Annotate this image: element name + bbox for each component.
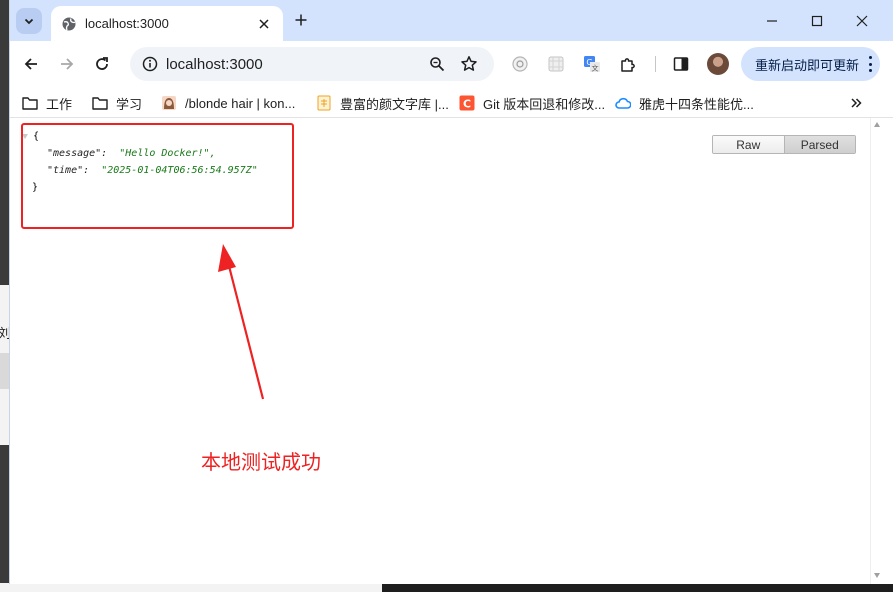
background-window-edge: 刘 (0, 285, 11, 445)
tab-title: localhost:3000 (85, 16, 169, 31)
active-tab[interactable]: localhost:3000 (51, 6, 283, 41)
bookmark-label: Git 版本回退和修改... (483, 96, 606, 112)
bookmark-label: 雅虎十四条性能优... (639, 96, 754, 112)
background-bar (0, 353, 9, 389)
google-translate-icon[interactable]: G文 (582, 54, 602, 74)
bookmarks-bar: 工作 学习 /blonde hair | kon... 豊富的颜文字库 |...… (10, 87, 893, 118)
update-button-label: 重新启动即可更新 (755, 57, 860, 73)
page-content: { "message": "Hello Docker!", "time": "2… (10, 118, 893, 584)
tab-strip: localhost:3000 (10, 0, 893, 41)
arrow-left-icon (24, 58, 37, 70)
update-relaunch-button[interactable]: 重新启动即可更新 (741, 47, 880, 81)
svg-text:文: 文 (592, 64, 599, 73)
view-mode-toggle: Raw Parsed (712, 135, 856, 154)
bookmark-folder-study[interactable]: 学习 (92, 93, 142, 113)
annotation-caption: 本地测试成功 (201, 452, 321, 474)
vertical-scrollbar[interactable] (870, 118, 883, 584)
bookmark-label: /blonde hair | kon... (185, 95, 296, 111)
bookmark-kaomoji[interactable]: 豊富的颜文字库 |... (316, 93, 449, 113)
scroll-up-arrow-icon[interactable] (874, 122, 880, 127)
side-panel-icon[interactable] (671, 54, 691, 74)
arrow-right-icon (61, 58, 74, 70)
minimize-button[interactable] (759, 8, 785, 34)
taskbar-edge (0, 583, 893, 592)
folder-icon (22, 95, 38, 111)
scroll-down-arrow-icon[interactable] (874, 573, 880, 578)
globe-icon (61, 16, 77, 32)
extension-timer-icon[interactable] (510, 54, 530, 74)
extension-grid-icon[interactable] (546, 54, 566, 74)
address-bar[interactable]: localhost:3000 (130, 47, 494, 81)
svg-text:C: C (463, 98, 471, 111)
forward-button[interactable] (54, 51, 80, 77)
browser-toolbar: localhost:3000 G文 重新启动即可更新 (10, 41, 893, 87)
bookmark-git-csdn[interactable]: C Git 版本回退和修改... (459, 93, 605, 113)
annotation-arrow (218, 244, 265, 400)
bookmark-star-icon[interactable] (458, 53, 480, 75)
doc-favicon-icon (316, 95, 332, 111)
double-chevron-right-icon (851, 98, 862, 108)
profile-avatar[interactable] (707, 53, 729, 75)
bookmark-folder-work[interactable]: 工作 (22, 93, 72, 113)
more-menu-icon[interactable] (868, 56, 872, 72)
browser-window: localhost:3000 localhost:3000 G 文 重新启动即可… (9, 0, 893, 584)
cloud-favicon-icon (615, 95, 631, 111)
back-button[interactable] (18, 51, 44, 77)
raw-view-button[interactable]: Raw (713, 136, 784, 153)
reload-icon (96, 57, 108, 70)
reload-button[interactable] (89, 51, 115, 77)
bookmark-blonde-hair[interactable]: /blonde hair | kon... (161, 93, 295, 113)
maximize-button[interactable] (804, 8, 830, 34)
bookmark-label: 工作 (46, 96, 73, 112)
tab-search-button[interactable] (16, 8, 42, 34)
new-tab-button[interactable] (290, 9, 312, 31)
zoom-icon[interactable] (426, 53, 448, 75)
close-icon (856, 15, 868, 27)
csdn-favicon-icon: C (459, 95, 475, 111)
site-info-icon[interactable] (138, 52, 162, 76)
close-window-button[interactable] (849, 8, 875, 34)
extensions-puzzle-icon[interactable] (618, 54, 638, 74)
bookmarks-overflow-button[interactable] (846, 93, 866, 113)
maximize-icon (811, 15, 823, 27)
chevron-down-icon (24, 18, 34, 25)
minimize-icon (767, 20, 777, 22)
toolbar-separator (655, 56, 656, 72)
avatar-favicon-icon (161, 95, 177, 111)
parsed-view-button[interactable]: Parsed (783, 136, 855, 153)
bookmark-yahoo-perf[interactable]: 雅虎十四条性能优... (615, 93, 754, 113)
annotation-highlight-box (21, 123, 294, 229)
close-tab-icon[interactable] (255, 15, 273, 33)
url-text[interactable]: localhost:3000 (166, 56, 263, 73)
taskbar-light-segment (0, 583, 382, 592)
folder-icon (92, 95, 108, 111)
plus-icon (295, 14, 307, 26)
bookmark-label: 学习 (116, 96, 143, 112)
bookmark-label: 豊富的颜文字库 |... (340, 96, 449, 112)
